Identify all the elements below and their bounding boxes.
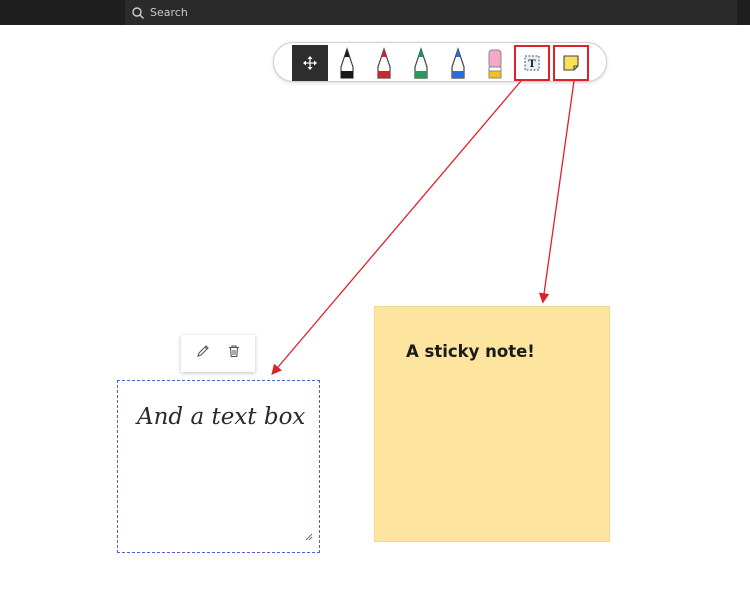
sticky-note-content[interactable]: A sticky note! bbox=[406, 342, 535, 361]
text-box-content[interactable]: And a text box bbox=[137, 401, 307, 433]
text-box-actions bbox=[181, 335, 255, 372]
text-box[interactable]: And a text box bbox=[117, 380, 320, 553]
delete-button[interactable] bbox=[223, 343, 245, 365]
trash-icon bbox=[227, 344, 241, 363]
arrow-to-sticky-note bbox=[538, 80, 575, 304]
edit-button[interactable] bbox=[192, 343, 214, 365]
sticky-note[interactable]: A sticky note! bbox=[374, 306, 610, 542]
resize-grip-icon[interactable] bbox=[305, 528, 313, 546]
pencil-icon bbox=[196, 344, 210, 363]
